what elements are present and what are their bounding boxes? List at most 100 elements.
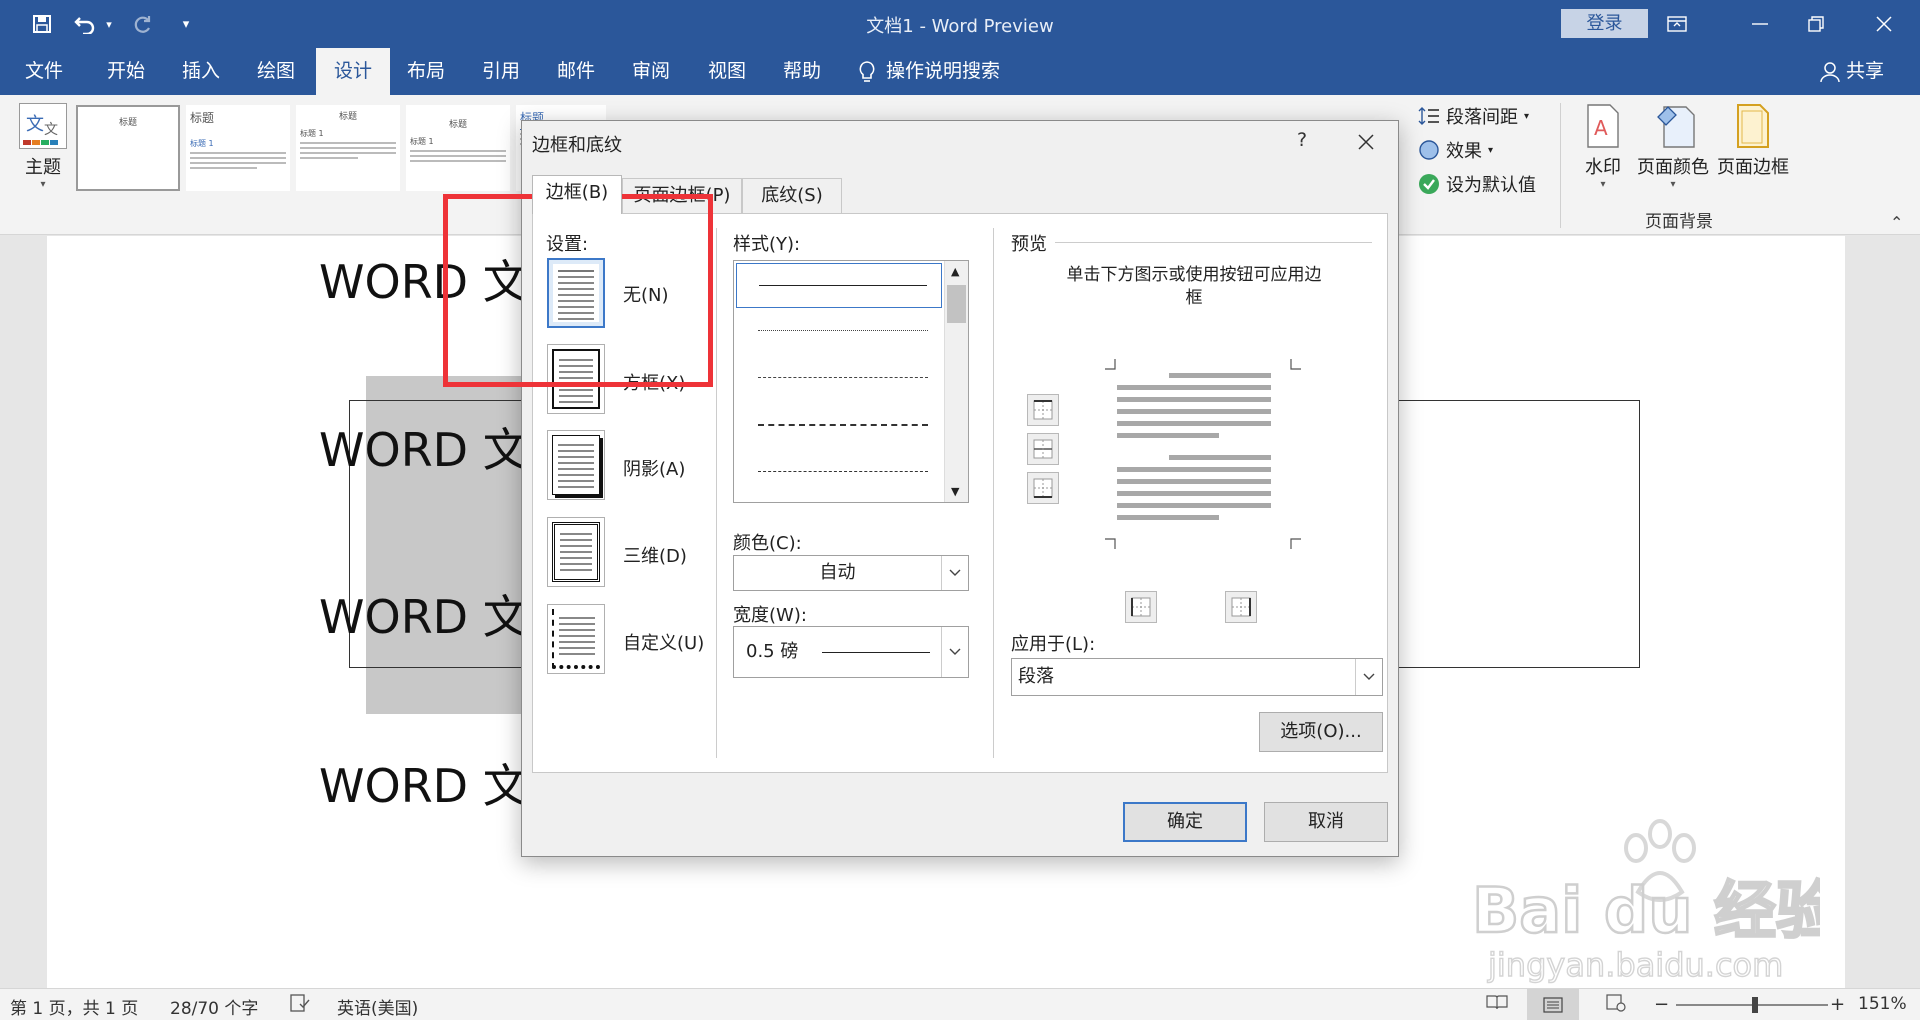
style-set-item[interactable]: 标题 [76, 105, 180, 191]
style-list-scrollbar[interactable]: ▲ ▼ [944, 261, 968, 502]
chevron-down-icon: ▾ [1488, 144, 1494, 156]
apply-to-label: 应用于(L): [1011, 634, 1096, 655]
right-border-toggle-icon[interactable] [1225, 591, 1257, 623]
bottom-border-toggle-icon[interactable] [1027, 472, 1059, 504]
scroll-up-icon[interactable]: ▲ [951, 265, 959, 278]
border-preview-diagram[interactable] [1103, 359, 1303, 559]
setting-box-label[interactable]: 方框(X) [623, 369, 685, 395]
scrollbar-thumb[interactable] [947, 285, 966, 323]
save-icon[interactable] [26, 10, 58, 38]
login-button[interactable]: 登录 [1561, 9, 1648, 38]
close-window-icon[interactable] [1864, 10, 1904, 38]
page-color-button[interactable]: 页面颜色 ▾ [1633, 103, 1713, 190]
style-label: 样式(Y): [733, 234, 801, 255]
setting-shadow-icon[interactable] [547, 430, 605, 500]
themes-button[interactable]: 文文 主题 ▾ [17, 103, 69, 213]
tab-layout[interactable]: 布局 [394, 48, 458, 95]
width-dropdown[interactable]: 0.5 磅 [733, 626, 969, 678]
share-button[interactable]: 共享 [1820, 48, 1884, 95]
checkmark-icon [1419, 174, 1439, 194]
setting-custom-label[interactable]: 自定义(U) [623, 629, 704, 655]
tell-me-search[interactable]: 操作说明搜索 [858, 48, 1000, 95]
left-border-toggle-icon[interactable] [1125, 591, 1157, 623]
style-option-dash-dot[interactable] [736, 450, 942, 495]
ok-button[interactable]: 确定 [1123, 802, 1247, 842]
setting-shadow-label[interactable]: 阴影(A) [623, 455, 685, 481]
close-icon[interactable] [1348, 127, 1384, 157]
style-set-heading: 标题 1 [300, 129, 324, 138]
style-set-item[interactable]: 标题 标题 1 [406, 105, 510, 191]
chevron-down-icon[interactable] [941, 556, 968, 590]
set-as-default-button[interactable]: 设为默认值 [1418, 171, 1536, 197]
customize-quick-access-icon[interactable]: ▾ [176, 10, 196, 38]
svg-text:文: 文 [44, 122, 58, 138]
tab-draw[interactable]: 绘图 [244, 48, 308, 95]
undo-dropdown-icon[interactable]: ▾ [102, 10, 116, 38]
effects-button[interactable]: 效果 ▾ [1418, 137, 1493, 163]
zoom-level[interactable]: 151% [1858, 994, 1907, 1014]
restore-icon[interactable] [1796, 10, 1836, 38]
redo-icon[interactable] [128, 10, 158, 38]
watermark-button[interactable]: A 水印 ▾ [1563, 103, 1643, 190]
setting-box-icon[interactable] [547, 344, 605, 414]
style-option-dotted[interactable] [736, 309, 942, 354]
tab-page-border[interactable]: 页面边框(P) [622, 178, 742, 213]
proofing-icon[interactable] [290, 994, 310, 1012]
effects-label: 效果 [1446, 141, 1482, 162]
tab-help[interactable]: 帮助 [770, 48, 834, 95]
style-set-item[interactable]: 标题 标题 1 [186, 105, 290, 191]
tab-insert[interactable]: 插入 [169, 48, 233, 95]
preview-hint: 单击下方图示或使用按钮可应用边框 [1066, 265, 1322, 308]
setting-3d-icon[interactable] [547, 517, 605, 587]
style-option-solid[interactable] [736, 263, 942, 308]
tab-file[interactable]: 文件 [12, 48, 76, 95]
page-borders-label: 页面边框 [1717, 157, 1789, 178]
tab-borders[interactable]: 边框(B) [532, 175, 622, 214]
help-icon[interactable]: ? [1287, 129, 1317, 151]
ribbon-display-options-icon[interactable] [1657, 10, 1697, 38]
tab-references[interactable]: 引用 [469, 48, 533, 95]
watermark-label: 水印 [1585, 157, 1621, 178]
setting-3d-label[interactable]: 三维(D) [623, 542, 687, 568]
undo-icon[interactable] [70, 10, 100, 38]
paragraph-spacing-button[interactable]: 段落间距 ▾ [1418, 103, 1529, 129]
print-layout-icon[interactable] [1527, 989, 1579, 1020]
collapse-ribbon-icon[interactable]: ⌃ [1890, 213, 1903, 232]
panel-divider [993, 228, 994, 758]
inside-horizontal-border-toggle-icon[interactable] [1027, 433, 1059, 465]
cancel-button[interactable]: 取消 [1264, 802, 1388, 842]
tab-view[interactable]: 视图 [695, 48, 759, 95]
tab-review[interactable]: 审阅 [619, 48, 683, 95]
color-dropdown[interactable]: 自动 [733, 555, 969, 591]
word-count[interactable]: 28/70 个字 [170, 994, 258, 1019]
setting-none-icon[interactable] [547, 258, 605, 328]
page-borders-button[interactable]: 页面边框 [1713, 103, 1793, 179]
style-option-fine-dash[interactable] [736, 356, 942, 401]
options-button[interactable]: 选项(O)... [1259, 712, 1383, 752]
tab-home[interactable]: 开始 [94, 48, 158, 95]
style-set-title: 标题 [338, 112, 357, 122]
web-layout-icon[interactable] [1606, 994, 1626, 1012]
tab-mailings[interactable]: 邮件 [544, 48, 608, 95]
style-option-dashed[interactable] [736, 403, 942, 448]
setting-none-label[interactable]: 无(N) [623, 281, 669, 307]
minimize-icon[interactable] [1740, 10, 1780, 38]
read-mode-icon[interactable] [1486, 994, 1508, 1010]
svg-text:A: A [1594, 116, 1608, 140]
zoom-slider-thumb[interactable] [1752, 997, 1758, 1013]
chevron-down-icon[interactable] [1355, 659, 1382, 695]
zoom-out-icon[interactable]: − [1654, 994, 1669, 1015]
style-set-item[interactable]: 标题 标题 1 [296, 105, 400, 191]
chevron-down-icon[interactable] [941, 627, 968, 677]
top-border-toggle-icon[interactable] [1027, 394, 1059, 426]
language[interactable]: 英语(美国) [337, 994, 418, 1019]
tab-design[interactable]: 设计 [316, 48, 390, 95]
page-count[interactable]: 第 1 页，共 1 页 [10, 994, 138, 1019]
tab-shading[interactable]: 底纹(S) [742, 178, 842, 213]
style-list[interactable]: ▲ ▼ [733, 260, 969, 503]
setting-custom-icon[interactable] [547, 604, 605, 674]
scroll-down-icon[interactable]: ▼ [951, 485, 959, 498]
document-line: WORD 文 [319, 759, 529, 813]
apply-to-dropdown[interactable]: 段落 [1011, 658, 1383, 696]
zoom-in-icon[interactable]: + [1830, 994, 1845, 1015]
